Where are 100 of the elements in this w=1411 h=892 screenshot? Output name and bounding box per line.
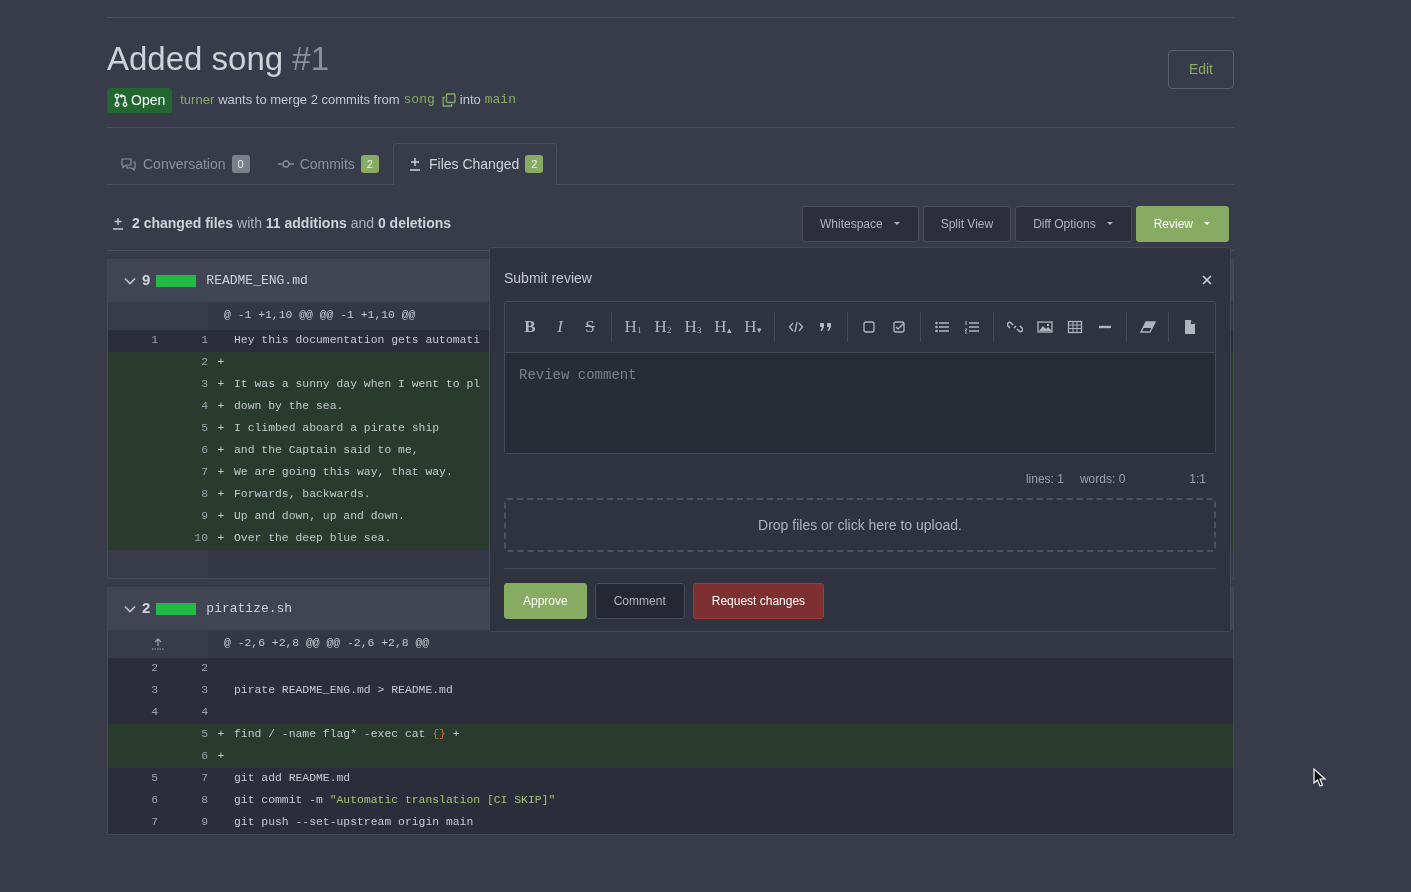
mouse-pointer-icon [1313, 768, 1327, 788]
line-number: 8 [200, 486, 208, 502]
line-number: 9 [200, 508, 208, 524]
line-number: 3 [200, 376, 208, 392]
line-number: 7 [150, 814, 158, 830]
code-line: git add README.md [234, 770, 351, 786]
plus-sign: + [216, 420, 226, 436]
line-number: 6 [200, 442, 208, 458]
count-badge: 2 [360, 154, 379, 174]
code-line: Forwards, backwards. [234, 486, 371, 502]
popup-title: Submit review [504, 269, 592, 288]
toolbar-button[interactable]: Diff Options [1015, 205, 1132, 242]
code-line: git commit -m "Automatic translation [CI SKIP]" [234, 792, 556, 808]
edit-button[interactable]: Edit [1167, 50, 1234, 89]
table-icon [1067, 319, 1083, 335]
diff-stat-bar [156, 602, 197, 615]
toolbar-button[interactable]: Whitespace [801, 205, 919, 242]
line-number: 4 [200, 398, 208, 414]
checked-box-icon [891, 319, 907, 335]
tab[interactable]: Commits 2 [263, 142, 393, 185]
code-line: It was a sunny day when I went to pl [234, 376, 481, 392]
line-number: 8 [200, 792, 208, 808]
line-number: 1 [200, 332, 208, 348]
image-icon [1037, 319, 1053, 335]
code-line: Over the deep blue sea. [234, 530, 392, 546]
branch-link[interactable]: song [403, 90, 435, 110]
code-icon [788, 319, 804, 335]
count-badge: 2 [525, 154, 544, 174]
tab[interactable]: Files Changed 2 [393, 142, 558, 185]
review-comment-field[interactable]: Review comment [505, 353, 1215, 453]
status-badge: Open [107, 87, 173, 113]
author-link[interactable]: turner [180, 90, 215, 110]
line-number: 2 [150, 660, 158, 676]
line-number: 10 [193, 530, 208, 546]
numbered-list-icon [964, 319, 980, 335]
format-button[interactable]: S [575, 312, 605, 342]
line-number: 6 [150, 792, 158, 808]
link-icon [1007, 319, 1023, 335]
plus-sign: + [216, 748, 226, 764]
code-line: git push --set-upstream origin main [234, 814, 474, 830]
merge-description: wants to merge 2 commits from [218, 91, 400, 110]
format-button[interactable]: B [515, 312, 545, 342]
tab[interactable]: Conversation 0 [107, 142, 264, 185]
plus-sign: + [216, 354, 226, 370]
comment-button[interactable]: Comment [594, 583, 685, 619]
pr-title: Added song #1 [107, 39, 331, 79]
cursor-position: 1:1 [1189, 471, 1206, 488]
copy-icon [441, 93, 456, 107]
line-number: 3 [150, 682, 158, 698]
hunk-header: @ -1 +1,10 @@ @@ -1 +1,10 @@ [224, 307, 416, 323]
diff-stat-bar [156, 274, 197, 287]
expand-up-icon [151, 637, 165, 650]
code-line: Hey this documentation gets automati [234, 332, 481, 348]
line-number: 5 [200, 420, 208, 436]
plus-sign: + [216, 530, 226, 546]
code-line: and the Captain said to me, [234, 442, 419, 458]
hunk-header: @ -2,6 +2,8 @@ @@ -2,6 +2,8 @@ [224, 635, 430, 651]
diff-summary: 2 changed files with 11 additions and 0 deletions [132, 214, 452, 233]
plus-minus-icon [112, 216, 124, 231]
plus-sign: + [216, 398, 226, 414]
file-upload-dropzone[interactable]: Drop files or click here to upload. [504, 498, 1216, 552]
pull-request-icon [114, 93, 128, 107]
close-icon [1202, 274, 1212, 285]
count-badge: 0 [231, 154, 250, 174]
plus-sign: + [216, 726, 226, 742]
line-number: 6 [200, 748, 208, 764]
additions-count: 9 [142, 270, 151, 291]
file-name: README_ENG.md [206, 271, 308, 290]
line-number: 2 [200, 354, 208, 370]
line-number: 4 [150, 704, 158, 720]
toolbar-button[interactable]: Split View [922, 205, 1012, 242]
document-icon [1182, 319, 1198, 335]
plus-sign: + [216, 508, 226, 524]
checkbox-icon [861, 319, 877, 335]
code-line: find / -name flag* -exec cat {} + [234, 726, 460, 742]
format-button[interactable]: I [545, 312, 575, 342]
request-changes-button[interactable]: Request changes [692, 583, 825, 619]
plus-sign: + [216, 486, 226, 502]
into-label: into [459, 91, 481, 110]
word-count: words: 0 [1079, 471, 1126, 488]
commit-icon [277, 157, 294, 171]
file-name: piratize.sh [206, 599, 293, 618]
line-count: lines: 1 [1025, 471, 1064, 488]
bullet-list-icon [934, 319, 950, 335]
line-number: 1 [150, 332, 158, 348]
plus-sign: + [216, 376, 226, 392]
line-number: 7 [200, 464, 208, 480]
line-number: 4 [200, 704, 208, 720]
line-number: 2 [200, 660, 208, 676]
branch-link[interactable]: main [484, 90, 516, 110]
line-number: 5 [150, 770, 158, 786]
plus-minus-icon [407, 157, 423, 171]
plus-sign: + [216, 442, 226, 458]
code-line: We are going this way, that way. [234, 464, 453, 480]
additions-count: 2 [142, 598, 151, 619]
plus-sign: + [216, 464, 226, 480]
line-number: 5 [200, 726, 208, 742]
code-line: pirate README_ENG.md > README.md [234, 682, 453, 698]
line-number: 7 [200, 770, 208, 786]
code-line: I climbed aboard a pirate ship [234, 420, 440, 436]
